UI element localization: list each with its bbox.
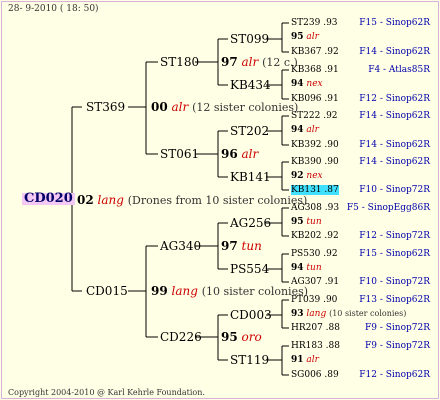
gen4-sire-a: KB368 .91	[291, 65, 339, 75]
copyright: Copyright 2004-2010 @ Karl Kehrle Founda…	[8, 388, 205, 397]
gen4-origin-b: F10 - Sinop72R	[359, 185, 430, 195]
gen4-origin-a: F9 - Sinop72R	[365, 341, 430, 351]
gen4-origin-b: F10 - Sinop72R	[359, 277, 430, 287]
gen4-sire-a: HR183 .88	[291, 341, 340, 351]
gen4-origin-b: F14 - Sinop62R	[359, 47, 430, 57]
gen4-sire-a: PS530 .92	[291, 249, 338, 259]
gen4-sire-a: PT039 .90	[291, 295, 338, 305]
gen4-sire-b: SG006 .89	[291, 370, 339, 380]
gen4-queen: 92 nex	[291, 171, 323, 181]
gen4-queen: 95 tun	[291, 217, 322, 227]
gen4-queen: 94 tun	[291, 263, 322, 273]
gen2-name-ag340: AG340	[160, 239, 202, 253]
gen3-cd003: CD003	[230, 308, 272, 322]
gen2-name-st180: ST180	[160, 55, 200, 69]
gen4-sire-b: KB367 .92	[291, 47, 339, 57]
gen4-sire-b: HR207 .88	[291, 323, 340, 333]
gen4-origin-a: F14 - Sinop62R	[359, 111, 430, 121]
gen4-sire-a: KB390 .90	[291, 157, 339, 167]
gen4-origin-b: F14 - Sinop62R	[359, 140, 430, 150]
gen4-sire-b-highlighted: KB131 .87	[291, 185, 339, 195]
gen3-st099: ST099	[230, 32, 270, 46]
gen4-origin-b: F12 - Sinop62R	[359, 94, 430, 104]
gen3-kb434: KB434	[230, 78, 271, 92]
gen4-sire-a: AG308 .93	[291, 203, 340, 213]
gen4-origin-a: F14 - Sinop62R	[359, 157, 430, 167]
gen1-parent-cd015: CD015	[86, 284, 128, 298]
gen2-detail-st180: 97 alr (12 c.)	[221, 55, 298, 69]
gen2-detail-cd226: 95 oro	[221, 330, 262, 344]
gen4-origin-a: F15 - Sinop62R	[359, 18, 430, 28]
gen1-parent-st369: ST369	[86, 100, 126, 114]
gen1-queen-center: 02 lang (Drones from 10 sister colonies)	[77, 193, 308, 207]
gen2-detail-st061: 96 alr	[221, 147, 259, 161]
gen4-sire-b: KB096 .91	[291, 94, 339, 104]
gen4-origin-a: F4 - Atlas85R	[368, 65, 430, 75]
gen4-queen: 95 alr	[291, 32, 319, 42]
gen4-sire-a: ST222 .92	[291, 111, 338, 121]
gen4-queen: 94 alr	[291, 125, 319, 135]
gen4-sire-b: KB202 .92	[291, 231, 339, 241]
gen3-st202: ST202	[230, 124, 270, 138]
gen4-sire-a: ST239 .93	[291, 18, 338, 28]
gen4-queen: 93 lang (10 sister colonies)	[291, 309, 407, 319]
gen3-ag256: AG256	[230, 216, 272, 230]
gen4-origin-b: F9 - Sinop72R	[365, 323, 430, 333]
gen4-queen: 94 nex	[291, 79, 323, 89]
root-queen: CD020	[22, 191, 75, 206]
gen2-name-st061: ST061	[160, 147, 200, 161]
gen3-st119: ST119	[230, 353, 270, 367]
gen4-sire-b: KB392 .90	[291, 140, 339, 150]
gen1-queen-st369: 00 alr (12 sister colonies)	[151, 100, 299, 114]
gen4-origin-a: F15 - Sinop62R	[359, 249, 430, 259]
gen4-queen: 91 alr	[291, 355, 319, 365]
gen3-kb141: KB141	[230, 170, 271, 184]
gen1-queen-cd015: 99 lang (10 sister colonies)	[151, 284, 309, 298]
gen4-sire-b: AG307 .91	[291, 277, 340, 287]
date-line: 28- 9-2010 ( 18: 50)	[8, 4, 99, 14]
gen4-origin-b: F12 - Sinop72R	[359, 231, 430, 241]
gen4-origin-a: F13 - Sinop62R	[359, 295, 430, 305]
gen2-detail-ag340: 97 tun	[221, 239, 262, 253]
gen3-ps554: PS554	[230, 262, 270, 276]
gen4-origin-a: F5 - SinopEgg86R	[346, 203, 430, 213]
gen4-origin-b: F12 - Sinop62R	[359, 370, 430, 380]
gen2-name-cd226: CD226	[160, 330, 202, 344]
